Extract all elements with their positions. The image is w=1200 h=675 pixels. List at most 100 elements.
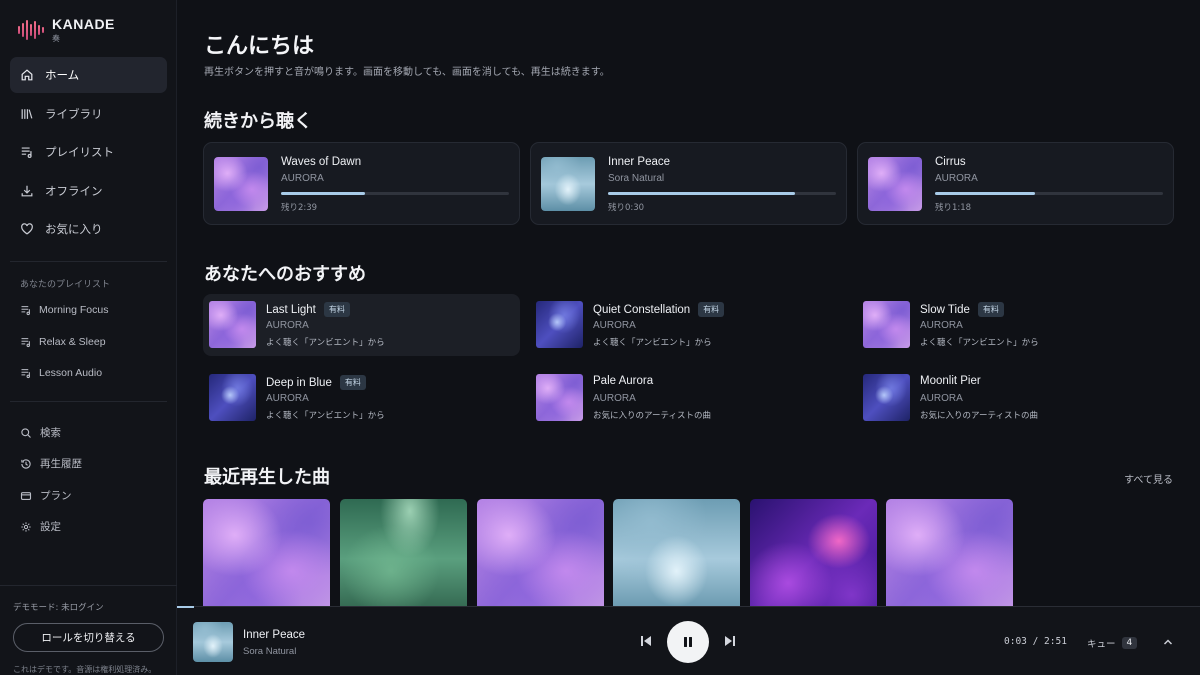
paid-badge: 有料 <box>323 302 350 317</box>
recent-track-art[interactable] <box>613 499 740 606</box>
recommendation-item[interactable]: Pale Aurora AURORA お気に入りのアーティストの曲 <box>530 367 847 429</box>
see-all-link[interactable]: すべて見る <box>1124 471 1173 486</box>
album-art <box>863 374 910 421</box>
sidebar-item-plan[interactable]: プラン <box>20 488 170 503</box>
sidebar: KANADE 奏 ホーム ライブラリ プレイリスト オフライン お気に入り あな… <box>0 0 177 675</box>
demo-status: デモモード: 未ログイン <box>13 603 104 613</box>
brand[interactable]: KANADE 奏 <box>18 16 115 44</box>
nav-item-label: オフライン <box>45 183 103 198</box>
divider <box>10 261 167 262</box>
sidebar-playlist-lesson-audio[interactable]: Lesson Audio <box>20 367 170 379</box>
continue-card[interactable]: Cirrus AURORA 残り1:18 <box>857 142 1174 225</box>
waveform-logo-icon <box>18 19 44 41</box>
recommendation-item[interactable]: Quiet Constellation 有料 AURORA よく聴く「アンビエント… <box>530 294 847 356</box>
sidebar-playlist-relax-sleep[interactable]: Relax & Sleep <box>20 336 170 348</box>
search-icon <box>21 427 31 438</box>
sidebar-item-settings[interactable]: 設定 <box>20 519 170 534</box>
download-icon <box>21 185 33 196</box>
home-icon <box>21 69 33 81</box>
recommendation-item[interactable]: Deep in Blue 有料 AURORA よく聴く「アンビエント」から <box>203 367 520 429</box>
recommendation-reason: よく聴く「アンビエント」から <box>266 338 385 348</box>
demo-note: これはデモです。音源は権利処理済み。 <box>13 665 157 674</box>
progress-bar <box>935 192 1163 195</box>
player-bar: Inner Peace Sora Natural 0:03 / 2:51 キュー… <box>177 606 1200 675</box>
time-remaining: 残り1:18 <box>935 203 972 213</box>
nav-item-home[interactable]: ホーム <box>10 57 167 93</box>
album-art <box>541 157 595 211</box>
sidebar-item-label: プラン <box>40 490 72 502</box>
recommendation-item[interactable]: Moonlit Pier AURORA お気に入りのアーティストの曲 <box>857 367 1174 429</box>
playlist-icon <box>21 306 30 316</box>
next-track-icon[interactable] <box>722 633 738 649</box>
track-title: Moonlit Pier <box>920 375 981 387</box>
track-title: Deep in Blue <box>266 376 332 389</box>
track-title: Inner Peace <box>608 156 671 168</box>
track-title: Last Light <box>266 303 316 316</box>
page-subtitle: 再生ボタンを押すと音が鳴ります。画面を移動しても、画面を消しても、再生は続きます… <box>204 67 610 78</box>
switch-role-button[interactable]: ロールを切り替える <box>13 623 164 652</box>
sidebar-item-label: 再生履歴 <box>40 458 82 470</box>
recommendation-reason: お気に入りのアーティストの曲 <box>920 411 1038 421</box>
track-artist: AURORA <box>593 320 636 331</box>
recent-track-art[interactable] <box>340 499 467 606</box>
recommendation-item[interactable]: Slow Tide 有料 AURORA よく聴く「アンビエント」から <box>857 294 1174 356</box>
recommend-heading: あなたへのおすすめ <box>204 264 366 285</box>
nav-item-playlist[interactable]: プレイリスト <box>10 134 167 170</box>
continue-card[interactable]: Inner Peace Sora Natural 残り0:30 <box>530 142 847 225</box>
now-playing-art[interactable] <box>193 622 233 662</box>
recent-track-art[interactable] <box>477 499 604 606</box>
nav-item-label: ライブラリ <box>45 106 103 121</box>
recommendation-item[interactable]: Last Light 有料 AURORA よく聴く「アンビエント」から <box>203 294 520 356</box>
album-art <box>214 157 268 211</box>
continue-card[interactable]: Waves of Dawn AURORA 残り2:39 <box>203 142 520 225</box>
pause-icon <box>684 637 692 647</box>
paid-badge: 有料 <box>698 302 725 317</box>
progress-fill <box>281 192 366 195</box>
track-artist: AURORA <box>593 393 636 404</box>
player-progress-bar[interactable] <box>177 606 194 608</box>
album-art <box>868 157 922 211</box>
now-playing-title[interactable]: Inner Peace <box>243 629 305 641</box>
recent-track-art[interactable] <box>750 499 877 606</box>
continue-heading: 続きから聴く <box>204 111 312 132</box>
now-playing-artist: Sora Natural <box>243 646 297 657</box>
album-art <box>209 374 256 421</box>
paid-badge: 有料 <box>339 375 366 390</box>
playlists-section-label: あなたのプレイリスト <box>20 280 111 290</box>
recent-track-art[interactable] <box>886 499 1013 606</box>
sidebar-playlist-morning-focus[interactable]: Morning Focus <box>20 304 170 316</box>
nav-item-favorites[interactable]: お気に入り <box>10 211 167 247</box>
sidebar-item-history[interactable]: 再生履歴 <box>20 456 170 471</box>
recommendation-reason: お気に入りのアーティストの曲 <box>593 411 711 421</box>
heart-icon <box>21 223 33 235</box>
sidebar-item-label: 設定 <box>40 521 61 533</box>
playlist-icon <box>21 369 30 379</box>
sidebar-item-label: 検索 <box>40 427 61 439</box>
track-artist: Sora Natural <box>608 173 665 184</box>
track-title: Waves of Dawn <box>281 156 362 168</box>
playlist-label: Morning Focus <box>39 304 109 316</box>
brand-subtitle: 奏 <box>52 34 60 43</box>
recent-track-art[interactable] <box>203 499 330 606</box>
card-icon <box>20 491 32 500</box>
previous-track-icon[interactable] <box>638 633 654 649</box>
playlist-icon <box>21 338 30 348</box>
recent-heading: 最近再生した曲 <box>204 467 330 488</box>
queue-button[interactable]: キュー 4 <box>1087 636 1138 650</box>
album-art <box>536 374 583 421</box>
main-content: こんにちは 再生ボタンを押すと音が鳴ります。画面を移動しても、画面を消しても、再… <box>177 0 1200 606</box>
progress-fill <box>935 192 1036 195</box>
nav-item-library[interactable]: ライブラリ <box>10 96 167 132</box>
track-title: Quiet Constellation <box>593 303 691 316</box>
album-art <box>536 301 583 348</box>
recommendation-reason: よく聴く「アンビエント」から <box>266 411 385 421</box>
track-artist: AURORA <box>935 173 978 184</box>
sidebar-item-search[interactable]: 検索 <box>20 425 170 440</box>
nav-item-offline[interactable]: オフライン <box>10 173 167 209</box>
sidebar-footer: デモモード: 未ログイン ロールを切り替える これはデモです。音源は権利処理済み… <box>0 585 177 675</box>
pause-button[interactable] <box>667 621 709 663</box>
chevron-up-icon[interactable] <box>1162 636 1174 648</box>
queue-count-badge: 4 <box>1121 637 1138 649</box>
gear-icon <box>21 521 31 532</box>
progress-bar <box>608 192 836 195</box>
